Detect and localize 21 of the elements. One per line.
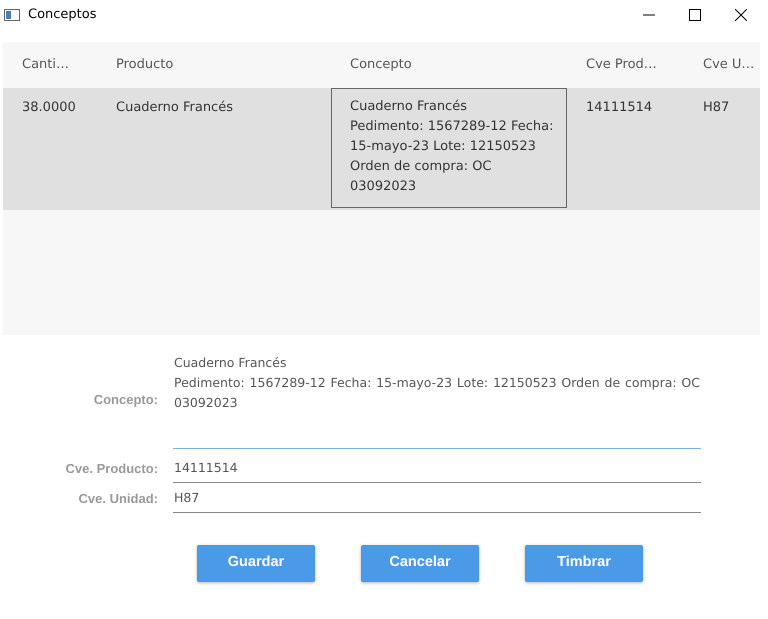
column-header[interactable]: Canti… [3,55,97,75]
table-cell: H87 [703,100,730,115]
text-field[interactable]: H87 [173,484,701,512]
field-label: Concepto: [92,391,158,410]
field-label: Cve. Unidad: [78,490,158,508]
column-header[interactable]: Cve U… [684,55,758,75]
window-title: Conceptos [28,6,96,24]
table-cell: Cuaderno Francés [116,100,233,115]
text-field[interactable]: 14111514 [173,455,701,483]
column-header[interactable]: Concepto [331,55,567,75]
focused-cell[interactable]: Cuaderno Francés Pedimento: 1567289-12 Fecha: 15-mayo-23 Lote: 12150523 Orden de compra: OC 03092023 [331,88,567,208]
table-cell: 14111514 [586,100,652,115]
close-icon [735,9,747,21]
app-icon [4,9,20,21]
table-row[interactable]: 38.0000 Cuaderno Francés Cuaderno Francés Pedimento: 1567289-12 Fecha: 15-mayo-23 Lote: 12150523 Orden de compra: OC 03092023 14111514 H87 [3,88,760,210]
column-header[interactable]: Cve Prod… [567,55,684,75]
text-field[interactable]: Cuaderno Francés Pedimento: 1567289-12 Fecha: 15-mayo-23 Lote: 12150523 Orden de compra: OC 03092023 [173,351,701,449]
table-cell: 38.0000 [22,100,76,115]
field-label: Cve. Producto: [64,460,158,478]
column-header[interactable]: Producto [97,55,331,75]
maximize-icon [689,9,701,21]
